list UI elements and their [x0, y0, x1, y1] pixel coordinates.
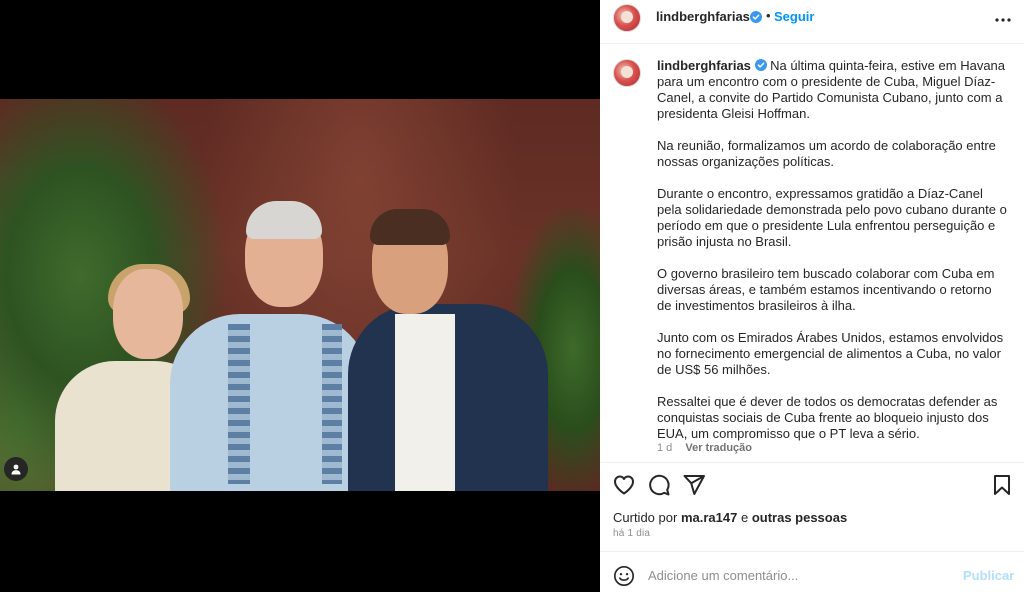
like-button[interactable]	[612, 473, 636, 497]
comment-button[interactable]	[647, 473, 671, 497]
post-timestamp[interactable]: há 1 dia	[613, 528, 650, 539]
header-username[interactable]: lindberghfarias	[656, 9, 750, 24]
photo-person-center-hair	[246, 201, 322, 239]
tagged-users-button[interactable]	[4, 457, 28, 481]
emoji-smiley-icon[interactable]	[613, 565, 635, 587]
caption-paragraph: lindberghfarias Na última quinta-feira, …	[657, 58, 1007, 122]
post-photo[interactable]	[0, 99, 600, 491]
comment-input[interactable]	[648, 564, 948, 586]
caption-avatar[interactable]	[613, 59, 641, 87]
caption-paragraph: Junto com os Emirados Árabes Unidos, est…	[657, 330, 1004, 377]
liked-by-prefix: Curtido por	[613, 510, 678, 525]
liked-by-user-link[interactable]: ma.ra147	[681, 510, 737, 525]
post-media-panel	[0, 0, 600, 592]
add-comment-bar: Publicar	[600, 551, 1024, 592]
liked-by-connector: e	[740, 510, 749, 525]
avatar[interactable]	[613, 4, 641, 32]
save-button[interactable]	[990, 473, 1014, 497]
instagram-post-modal: lindberghfarias • Seguir lindberghfarias…	[0, 0, 1024, 592]
more-options-button[interactable]	[993, 10, 1013, 30]
paper-plane-icon	[683, 475, 705, 495]
post-caption: lindberghfarias Na última quinta-feira, …	[657, 58, 1007, 458]
caption-section: lindberghfarias Na última quinta-feira, …	[600, 45, 1024, 462]
caption-paragraph: Ressaltei que é dever de todos os democr…	[657, 394, 998, 441]
follow-button[interactable]: Seguir	[774, 9, 814, 24]
liked-by-others-link[interactable]: outras pessoas	[752, 510, 847, 525]
liked-by-summary: Curtido por ma.ra147 e outras pessoas	[613, 510, 847, 525]
caption-paragraph: O governo brasileiro tem buscado colabor…	[657, 266, 995, 313]
share-button[interactable]	[682, 473, 706, 497]
photo-person-left-face	[113, 269, 183, 359]
caption-paragraph: Durante o encontro, expressamos gratidão…	[657, 186, 1007, 249]
caption-username[interactable]: lindberghfarias	[657, 58, 751, 73]
see-translation-link[interactable]: Ver tradução	[685, 442, 752, 454]
publish-comment-button[interactable]: Publicar	[963, 568, 1014, 583]
heart-icon	[614, 475, 634, 495]
photo-shirt-embroidery-left	[228, 324, 250, 484]
post-header: lindberghfarias • Seguir	[600, 0, 1024, 44]
verified-badge-icon	[750, 11, 762, 23]
comment-bubble-icon	[649, 474, 670, 496]
more-horizontal-icon	[995, 18, 1011, 22]
header-separator: •	[766, 8, 771, 23]
photo-shirt-embroidery-right	[322, 324, 342, 484]
bookmark-icon	[994, 475, 1010, 495]
photo-person-right-shirt	[395, 314, 455, 491]
caption-meta: 1 d Ver tradução	[657, 442, 752, 454]
caption-age[interactable]: 1 d	[657, 442, 672, 454]
post-side-panel: lindberghfarias • Seguir lindberghfarias…	[600, 0, 1024, 592]
user-tag-icon	[11, 464, 21, 475]
caption-paragraph: Na reunião, formalizamos um acordo de co…	[657, 138, 996, 169]
verified-badge-icon	[754, 59, 767, 71]
photo-person-right-hair	[370, 209, 450, 245]
post-actions-bar	[600, 462, 1024, 508]
